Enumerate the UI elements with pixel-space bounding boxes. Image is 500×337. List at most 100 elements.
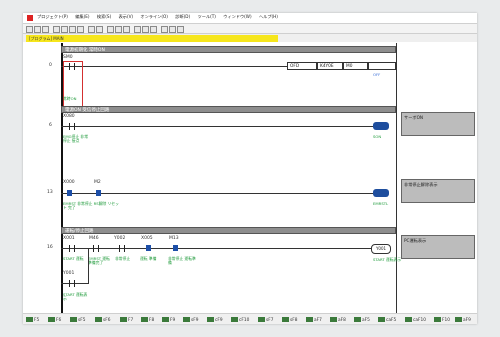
right-power-rail (396, 43, 397, 313)
contact-m2[interactable] (96, 190, 101, 196)
fkey-cf10[interactable]: cF10 (231, 317, 249, 323)
statement-note-emergency-reset: 非常停止解除表示 (401, 179, 475, 203)
rung-4-wire (61, 248, 373, 249)
fkey-sf9[interactable]: sF9 (183, 317, 198, 323)
operand-cell-2[interactable]: M0 (343, 62, 368, 70)
comment-emg-stop: EMG停止 非常停止 接点 (63, 134, 89, 144)
comment-emergency-ready: 非常停止 運転準備 (168, 256, 196, 266)
monitor-icon[interactable] (123, 26, 130, 33)
contact-x080[interactable] (69, 123, 75, 130)
tab-program-main[interactable]: [プログラム] MAIN (26, 35, 278, 42)
fkey-f8[interactable]: F8 (141, 317, 154, 323)
rung-1-wire (61, 66, 287, 67)
line-icon[interactable] (177, 26, 184, 33)
coil-y001[interactable]: Y001 (371, 244, 391, 254)
contact-label-x001: X001 (63, 236, 75, 241)
print-icon[interactable] (53, 26, 60, 33)
contact-icon[interactable] (161, 26, 168, 33)
cursor-top (63, 61, 82, 62)
fkey-sf7[interactable]: sF7 (258, 317, 273, 323)
step-number-13: 13 (47, 190, 53, 195)
contact-label-m2: M2 (94, 180, 101, 185)
menu-online[interactable]: オンライン(O) (140, 14, 168, 19)
zoom-icon[interactable] (115, 26, 122, 33)
find-icon[interactable] (107, 26, 114, 33)
operand-cell-3[interactable] (368, 62, 396, 70)
open-file-icon[interactable] (34, 26, 41, 33)
fkey-cf9[interactable]: cF9 (207, 317, 223, 323)
save-icon[interactable] (42, 26, 49, 33)
contact-label-x005: X005 (141, 236, 153, 241)
menu-view[interactable]: 表示(V) (119, 14, 134, 19)
fkey-caf5[interactable]: caF5 (378, 317, 396, 323)
step-number-6: 6 (49, 123, 52, 128)
ladder-canvas: 電源初期化 常時ON 0 SM0 常時ON OFD K4Y0E M0 OFF 電… (23, 43, 477, 313)
branch-wire (61, 283, 89, 284)
comment-always-on: 常時ON (63, 96, 77, 101)
fkey-sf8[interactable]: sF8 (282, 317, 297, 323)
fkey-af7[interactable]: aF7 (306, 317, 322, 323)
fkey-sf5[interactable]: sF5 (70, 317, 85, 323)
step-number-16: 16 (47, 245, 53, 250)
fkey-f10[interactable]: F10 (434, 317, 450, 323)
fkey-af9[interactable]: aF9 (455, 317, 471, 323)
app-icon (27, 15, 33, 21)
branch-contact-label: Y001 (63, 271, 75, 276)
fkey-caf10[interactable]: caF10 (405, 317, 426, 323)
comment-emrst: EMRST 非常停止 RS解除 リセット 完了 (63, 201, 119, 211)
menu-items: プロジェクト(P) 編集(E) 検索(S) 表示(V) オンライン(O) 診断(… (37, 14, 284, 20)
fkey-f9[interactable]: F9 (162, 317, 175, 323)
paste-icon[interactable] (77, 26, 84, 33)
new-file-icon[interactable] (26, 26, 33, 33)
coil-comment-son: SON (373, 134, 382, 139)
comment-run-ready: 運転 準備 (140, 256, 157, 261)
copy-icon[interactable] (69, 26, 76, 33)
coil-son[interactable] (373, 122, 389, 130)
statement-note-pc-run: PC運転表示 (401, 235, 475, 259)
contact-x005[interactable] (146, 245, 151, 251)
fkey-f6[interactable]: F6 (48, 317, 61, 323)
redo-icon[interactable] (96, 26, 103, 33)
branch-wire-right (88, 248, 89, 283)
fkey-af8[interactable]: aF8 (330, 317, 346, 323)
fkey-f5[interactable]: F5 (26, 317, 39, 323)
menu-tool[interactable]: ツール(T) (198, 14, 216, 19)
contact-sm0[interactable] (69, 63, 75, 70)
coil-icon[interactable] (169, 26, 176, 33)
menu-help[interactable]: ヘルプ(H) (259, 14, 278, 19)
coil-comment-emrstl: EMRSTL (373, 201, 389, 206)
instruction-cell[interactable]: OFD (287, 62, 317, 70)
contact-x000[interactable] (67, 190, 72, 196)
comment-emergency: 非常停止 (115, 256, 131, 261)
operand-cell-1[interactable]: K4Y0E (317, 62, 343, 70)
contact-m46[interactable] (93, 245, 99, 252)
comment-emrst-ready: EMRST 運転 準備完了 (88, 256, 110, 266)
compile-icon[interactable] (150, 26, 157, 33)
menu-window[interactable]: ウィンドウ(W) (223, 14, 251, 19)
contact-label-sm0: SM0 (63, 55, 73, 60)
contact-label-x000: X000 (63, 180, 75, 185)
app-window: プロジェクト(P) 編集(E) 検索(S) 表示(V) オンライン(O) 診断(… (23, 13, 477, 324)
menu-diagnostics[interactable]: 診断(D) (175, 14, 190, 19)
read-icon[interactable] (142, 26, 149, 33)
menu-project[interactable]: プロジェクト(P) (37, 14, 68, 19)
menu-search[interactable]: 検索(S) (97, 14, 111, 19)
rung-header-1: 電源初期化 常時ON (61, 46, 396, 53)
rung-header-3: 運転/停止回路 (61, 227, 396, 234)
contact-x001[interactable] (69, 245, 75, 252)
coil-emrstl[interactable] (373, 189, 389, 197)
write-icon[interactable] (134, 26, 141, 33)
fkey-sf6[interactable]: sF6 (95, 317, 110, 323)
contact-y001-branch[interactable] (69, 280, 75, 287)
undo-icon[interactable] (88, 26, 95, 33)
contact-label-m13: M13 (169, 236, 179, 241)
menu-edit[interactable]: 編集(E) (75, 14, 89, 19)
cursor-right (82, 61, 83, 106)
device-comment-off: OFF (373, 72, 381, 77)
cut-icon[interactable] (61, 26, 68, 33)
branch-comment-start: START 運転表示 (63, 292, 88, 302)
fkey-af5[interactable]: aF5 (354, 317, 370, 323)
contact-m13[interactable] (173, 245, 178, 251)
contact-y002[interactable] (119, 245, 125, 252)
fkey-f7[interactable]: F7 (120, 317, 133, 323)
